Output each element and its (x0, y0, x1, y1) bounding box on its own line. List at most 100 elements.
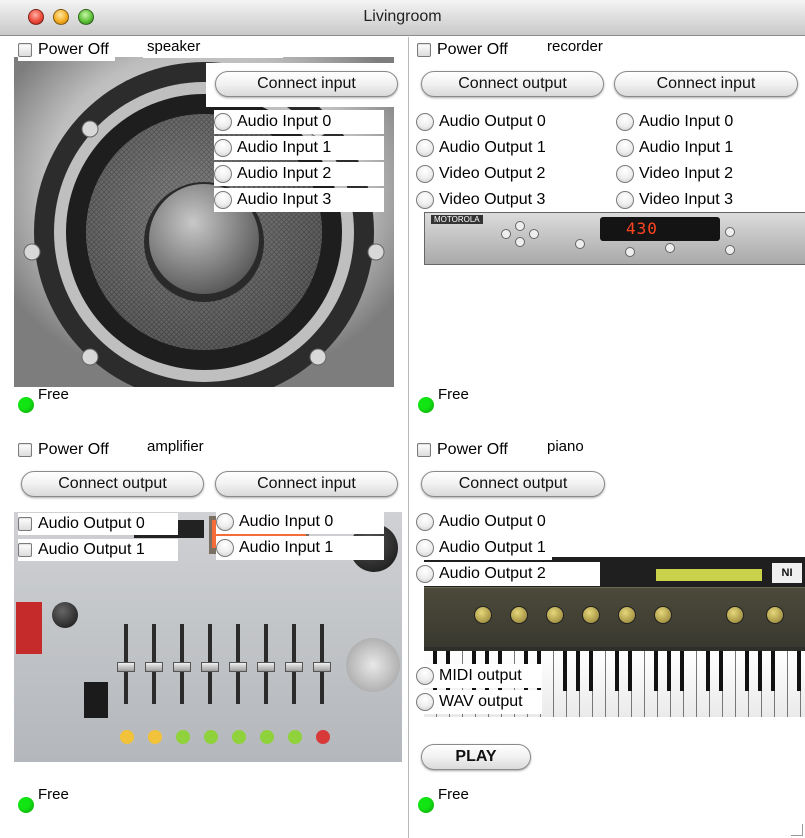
synth-knob-icon (618, 606, 636, 624)
checkbox-icon[interactable] (18, 43, 32, 57)
connect-output-button[interactable]: Connect output (421, 71, 604, 97)
piano-power-toggle[interactable]: Power Off (417, 439, 514, 461)
recorder-knob-icon (515, 237, 525, 247)
status-indicator-icon (18, 797, 34, 813)
wav-output-radio[interactable]: WAV output (416, 690, 542, 714)
audio-input-3-radio[interactable]: Audio Input 3 (214, 188, 384, 212)
piano-white-key (801, 651, 805, 717)
piano-status: Free (418, 786, 469, 813)
audio-input-1-radio[interactable]: Audio Input 1 (214, 136, 384, 160)
radio-icon[interactable] (416, 139, 434, 157)
amplifier-status: Free (18, 786, 69, 813)
radio-icon[interactable] (616, 165, 634, 183)
radio-icon[interactable] (214, 165, 232, 183)
audio-output-1-radio[interactable]: Audio Output 1 (416, 136, 552, 160)
radio-icon[interactable] (616, 113, 634, 131)
checkbox-icon[interactable] (18, 543, 32, 557)
recorder-panel: Power Off recorder Connect output Connec… (410, 37, 805, 437)
connect-input-button[interactable]: Connect input (215, 71, 398, 97)
radio-icon[interactable] (214, 139, 232, 157)
recorder-knob-icon (665, 243, 675, 253)
audio-output-0-radio[interactable]: Audio Output 0 (416, 510, 552, 534)
window-titlebar[interactable]: Livingroom (0, 0, 805, 36)
status-indicator-icon (418, 797, 434, 813)
synth-knob-icon (546, 606, 564, 624)
radio-icon[interactable] (214, 191, 232, 209)
radio-icon[interactable] (416, 565, 434, 583)
radio-icon[interactable] (416, 693, 434, 711)
radio-icon[interactable] (416, 513, 434, 531)
radio-icon[interactable] (416, 191, 434, 209)
mixer-panel-icon (16, 602, 42, 654)
panel-divider (408, 37, 409, 838)
piano-white-key (632, 651, 645, 717)
piano-white-key (541, 651, 554, 717)
recorder-knob-icon (575, 239, 585, 249)
connect-input-button[interactable]: Connect input (614, 71, 798, 97)
recorder-image: MOTOROLA 430 (424, 212, 805, 265)
radio-icon[interactable] (616, 139, 634, 157)
piano-white-key (684, 651, 697, 717)
synth-knob-icon (654, 606, 672, 624)
speaker-panel: Power Off speaker Connect input Audio In… (0, 37, 402, 437)
audio-output-0-radio[interactable]: Audio Output 0 (416, 110, 552, 134)
synth-knob-icon (582, 606, 600, 624)
device-name: amplifier (143, 438, 210, 458)
play-button[interactable]: PLAY (421, 744, 531, 770)
audio-output-1-radio[interactable]: Audio Output 1 (416, 536, 552, 560)
checkbox-icon[interactable] (417, 43, 431, 57)
audio-input-2-radio[interactable]: Audio Input 2 (214, 162, 384, 186)
audio-input-1-radio[interactable]: Audio Input 1 (216, 536, 384, 560)
connect-input-button[interactable]: Connect input (215, 471, 398, 497)
mixer-dpad-icon (346, 638, 400, 692)
radio-icon[interactable] (216, 539, 234, 557)
audio-output-1-checkbox[interactable]: Audio Output 1 (18, 539, 178, 561)
recorder-knob-icon (625, 247, 635, 257)
piano-white-key (723, 651, 736, 717)
recorder-knob-icon (725, 227, 735, 237)
video-input-3-radio[interactable]: Video Input 3 (616, 188, 740, 212)
audio-input-0-radio[interactable]: Audio Input 0 (214, 110, 384, 134)
amplifier-power-toggle[interactable]: Power Off (18, 439, 115, 461)
audio-output-2-radio[interactable]: Audio Output 2 (416, 562, 600, 586)
audio-input-1-radio[interactable]: Audio Input 1 (616, 136, 740, 160)
radio-icon[interactable] (416, 165, 434, 183)
synth-knob-icon (726, 606, 744, 624)
audio-input-0-radio[interactable]: Audio Input 0 (616, 110, 740, 134)
device-name: piano (543, 438, 590, 458)
radio-icon[interactable] (216, 513, 234, 531)
video-output-2-radio[interactable]: Video Output 2 (416, 162, 552, 186)
video-input-2-radio[interactable]: Video Input 2 (616, 162, 740, 186)
checkbox-icon[interactable] (18, 443, 32, 457)
recorder-knob-icon (515, 221, 525, 231)
checkbox-icon[interactable] (417, 443, 431, 457)
mixer-knob-icon (52, 602, 78, 628)
audio-output-0-checkbox[interactable]: Audio Output 0 (18, 513, 178, 535)
status-indicator-icon (418, 397, 434, 413)
radio-icon[interactable] (214, 113, 232, 131)
radio-icon[interactable] (416, 667, 434, 685)
synth-knob-icon (766, 606, 784, 624)
speaker-power-toggle[interactable]: Power Off (18, 39, 115, 61)
piano-white-key (775, 651, 788, 717)
piano-panel: NI Power Off piano Connect output Audio … (410, 437, 805, 837)
synth-logo: NI (772, 563, 802, 583)
recorder-brand: MOTOROLA (431, 215, 483, 224)
radio-icon[interactable] (616, 191, 634, 209)
recorder-power-toggle[interactable]: Power Off (417, 39, 514, 61)
connect-output-button[interactable]: Connect output (421, 471, 605, 497)
radio-icon[interactable] (416, 539, 434, 557)
radio-icon[interactable] (416, 113, 434, 131)
resize-grip-icon[interactable] (791, 824, 803, 836)
video-output-3-radio[interactable]: Video Output 3 (416, 188, 552, 212)
synth-knob-icon (510, 606, 528, 624)
status-indicator-icon (18, 397, 34, 413)
synth-knob-icon (474, 606, 492, 624)
recorder-knob-icon (725, 245, 735, 255)
checkbox-icon[interactable] (18, 517, 32, 531)
audio-input-0-radio[interactable]: Audio Input 0 (216, 510, 384, 534)
recorder-knob-icon (529, 229, 539, 239)
midi-output-radio[interactable]: MIDI output (416, 664, 542, 688)
recorder-knob-icon (501, 229, 511, 239)
connect-output-button[interactable]: Connect output (21, 471, 204, 497)
